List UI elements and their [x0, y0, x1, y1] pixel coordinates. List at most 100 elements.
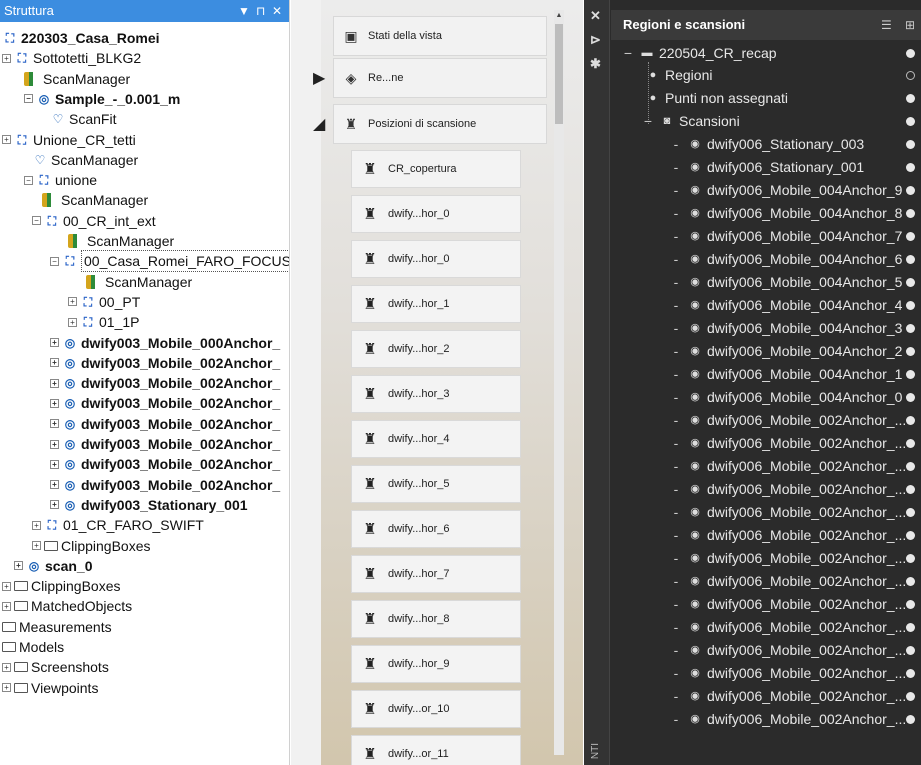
close-icon[interactable]: ✕ — [590, 8, 601, 24]
dropdown-icon[interactable]: ▼ — [238, 0, 250, 22]
tree-item[interactable]: + ◎ dwify003_Mobile_002Anchor_ — [50, 414, 280, 434]
scan-position-item[interactable]: ♜ dwify...hor_4 — [351, 420, 521, 458]
scan-position-item[interactable]: ♜ dwify...hor_6 — [351, 510, 521, 548]
tree-item[interactable]: + ◎ dwify003_Mobile_002Anchor_ — [50, 353, 280, 373]
expand-icon[interactable]: + — [32, 520, 41, 530]
scan-item[interactable]: - ◉ dwify006_Mobile_002Anchor_... — [668, 455, 921, 478]
expand-icon[interactable]: + — [50, 439, 59, 449]
tree-item[interactable]: Measurements — [2, 617, 112, 637]
scan-position-item[interactable]: ♜ dwify...or_11 — [351, 735, 521, 765]
visibility-toggle-icon[interactable] — [906, 163, 915, 172]
expand-icon[interactable]: + — [50, 419, 59, 429]
visibility-toggle-icon[interactable] — [906, 554, 915, 563]
scan-item[interactable]: - ◉ dwify006_Mobile_002Anchor_... — [668, 639, 921, 662]
visibility-toggle-icon[interactable] — [906, 370, 915, 379]
visibility-toggle-icon[interactable] — [906, 94, 915, 103]
scan-position-item[interactable]: ♜ dwify...hor_2 — [351, 330, 521, 368]
scrollbar[interactable]: ▲ — [554, 10, 564, 755]
tree-item[interactable]: + ◎ dwify003_Mobile_002Anchor_ — [50, 475, 280, 495]
visibility-toggle-icon[interactable] — [906, 416, 915, 425]
scan-item[interactable]: - ◉ dwify006_Mobile_004Anchor_3 — [668, 317, 921, 340]
scan-position-item[interactable]: ♜ dwify...hor_9 — [351, 645, 521, 683]
expand-icon[interactable]: + — [50, 500, 59, 510]
expand-icon[interactable]: + — [2, 662, 11, 672]
scan-position-item[interactable]: ♜ dwify...or_10 — [351, 690, 521, 728]
tree-item[interactable]: − ⛶ 00_CR_int_ext — [32, 211, 156, 231]
tree-item[interactable]: + ◎ dwify003_Mobile_002Anchor_ — [50, 393, 280, 413]
tree-item[interactable]: ScanManager — [42, 190, 148, 210]
tree-item[interactable]: Models — [2, 637, 64, 657]
scan-item[interactable]: - ◉ dwify006_Mobile_002Anchor_... — [668, 570, 921, 593]
scan-position-item[interactable]: ♜ dwify...hor_5 — [351, 465, 521, 503]
visibility-toggle-icon[interactable] — [906, 439, 915, 448]
tree-item[interactable]: + ClippingBoxes — [32, 536, 151, 556]
tree-item[interactable]: ⛶ 220303_Casa_Romei — [2, 28, 160, 48]
visibility-toggle-icon[interactable] — [906, 117, 915, 126]
settings-icon[interactable]: ✱ — [590, 56, 601, 72]
expand-icon[interactable]: + — [14, 561, 23, 571]
visibility-toggle-icon[interactable] — [906, 692, 915, 701]
scan-position-item[interactable]: ♜ dwify...hor_8 — [351, 600, 521, 638]
tree-item[interactable]: + ◎ dwify003_Mobile_002Anchor_ — [50, 373, 280, 393]
scan-position-item[interactable]: ♜ dwify...hor_0 — [351, 240, 521, 278]
scan-item[interactable]: - ◉ dwify006_Mobile_002Anchor_... — [668, 616, 921, 639]
expand-icon[interactable]: + — [50, 378, 59, 388]
scan-item[interactable]: - ◉ dwify006_Mobile_004Anchor_9 — [668, 179, 921, 202]
visibility-toggle-icon[interactable] — [906, 347, 915, 356]
scan-item[interactable]: - ◉ dwify006_Mobile_004Anchor_7 — [668, 225, 921, 248]
tree-item[interactable]: ScanManager — [86, 272, 192, 292]
visibility-toggle-icon[interactable] — [906, 508, 915, 517]
visibility-toggle-icon[interactable] — [906, 209, 915, 218]
visibility-toggle-icon[interactable] — [906, 49, 915, 58]
scan-item[interactable]: - ◉ dwify006_Stationary_003 — [668, 133, 921, 156]
scan-item[interactable]: - ◉ dwify006_Mobile_002Anchor_... — [668, 593, 921, 616]
tree-item[interactable]: + Screenshots — [2, 657, 109, 677]
visibility-toggle-icon[interactable] — [906, 278, 915, 287]
scan-item[interactable]: - ◉ dwify006_Mobile_002Anchor_... — [668, 685, 921, 708]
visibility-toggle-icon[interactable] — [906, 531, 915, 540]
section-header[interactable]: ◈ Re...ne — [333, 58, 547, 98]
scan-item[interactable]: - ◉ dwify006_Mobile_004Anchor_6 — [668, 248, 921, 271]
pin-icon[interactable]: ⊓ — [256, 0, 265, 22]
pin-icon[interactable]: ⊳ — [590, 32, 601, 48]
group-item[interactable]: ● Punti non assegnati — [646, 87, 921, 110]
tree-item[interactable]: + ClippingBoxes — [2, 576, 121, 596]
visibility-toggle-icon[interactable] — [906, 186, 915, 195]
scan-item[interactable]: - ◉ dwify006_Mobile_004Anchor_4 — [668, 294, 921, 317]
expand-icon[interactable]: + — [50, 480, 59, 490]
tree-item[interactable]: + ⛶ 01_1P — [68, 312, 139, 332]
expand-icon[interactable]: + — [50, 459, 59, 469]
tree-item[interactable]: + ⛶ Sottotetti_BLKG2 — [2, 48, 141, 68]
tree-item[interactable]: + ⛶ 00_PT — [68, 292, 140, 312]
scan-item[interactable]: - ◉ dwify006_Mobile_002Anchor_... — [668, 662, 921, 685]
collapse-icon[interactable]: − — [32, 216, 41, 226]
expand-arrow-icon[interactable]: ▶ — [313, 68, 325, 88]
collapse-icon[interactable]: − — [24, 175, 33, 185]
scan-item[interactable]: - ◉ dwify006_Mobile_004Anchor_1 — [668, 363, 921, 386]
expand-icon[interactable]: + — [50, 338, 59, 347]
scan-position-item[interactable]: ♜ dwify...hor_7 — [351, 555, 521, 593]
hierarchy-icon[interactable]: ⊞ — [905, 10, 915, 40]
visibility-toggle-icon[interactable] — [906, 600, 915, 609]
collapse-arrow-icon[interactable]: ◢ — [313, 114, 325, 134]
scrollbar-thumb[interactable] — [555, 24, 563, 124]
visibility-toggle-icon[interactable] — [906, 577, 915, 586]
tree-item[interactable]: + ◎ dwify003_Stationary_001 — [50, 495, 248, 515]
scan-item[interactable]: - ◉ dwify006_Mobile_002Anchor_... — [668, 708, 921, 731]
visibility-toggle-icon[interactable] — [906, 324, 915, 333]
scroll-up-icon[interactable]: ▲ — [554, 10, 564, 22]
section-header[interactable]: ▣ Stati della vista — [333, 16, 547, 56]
visibility-toggle-icon[interactable] — [906, 301, 915, 310]
expand-icon[interactable]: + — [2, 581, 11, 591]
scan-item[interactable]: - ◉ dwify006_Mobile_002Anchor_... — [668, 501, 921, 524]
tree-item[interactable]: ScanManager — [68, 231, 174, 251]
scan-position-item[interactable]: ♜ CR_copertura — [351, 150, 521, 188]
tree-item[interactable]: ♡ ScanFit — [50, 109, 117, 129]
tree-item[interactable]: + ◎ dwify003_Mobile_002Anchor_ — [50, 434, 280, 454]
tree-item[interactable]: − ⛶ 00_Casa_Romei_FARO_FOCUS — [50, 250, 289, 273]
visibility-toggle-icon[interactable] — [906, 485, 915, 494]
visibility-toggle-icon[interactable] — [906, 646, 915, 655]
scan-item[interactable]: - ◉ dwify006_Mobile_004Anchor_8 — [668, 202, 921, 225]
scan-item[interactable]: - ◉ dwify006_Mobile_002Anchor_... — [668, 547, 921, 570]
expand-icon[interactable]: + — [2, 683, 11, 693]
